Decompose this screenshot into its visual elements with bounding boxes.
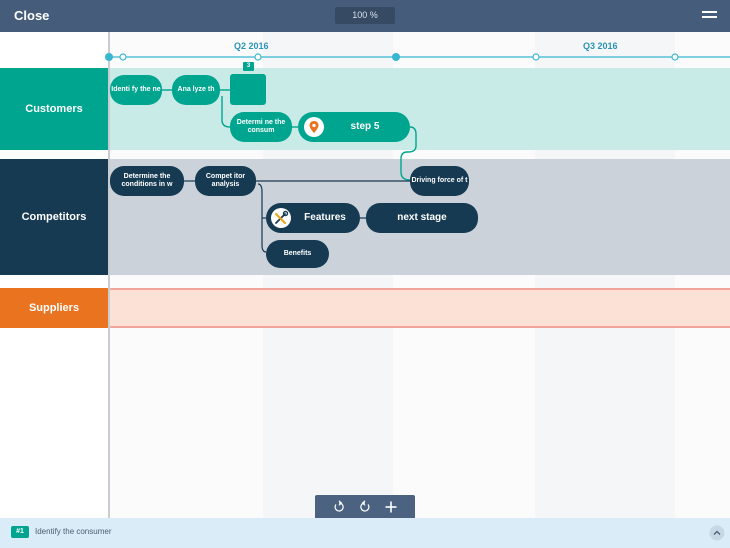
chevron-up-icon[interactable]: [709, 525, 725, 541]
task-label: step 5: [350, 121, 380, 132]
redo-icon[interactable]: [358, 500, 372, 514]
milestone-badge: 3: [243, 62, 254, 71]
tools-icon: [271, 208, 291, 228]
location-pin-icon: [304, 117, 324, 137]
task-label: Features: [304, 212, 346, 223]
task-node-determine-consumer[interactable]: Determi ne the consum: [230, 112, 292, 142]
selected-task-caption[interactable]: Identify the consumer: [35, 527, 111, 536]
connectors: [162, 89, 417, 253]
task-node-driving-force[interactable]: Driving force of t: [410, 166, 469, 196]
task-node-next-stage[interactable]: next stage: [366, 203, 478, 233]
task-node-identify[interactable]: Identi fy the ne: [110, 75, 162, 105]
task-node-competitor-analysis[interactable]: Compet itor analysis: [195, 166, 256, 196]
task-node-features[interactable]: Features: [266, 203, 360, 233]
milestone-box[interactable]: [230, 74, 266, 105]
task-node-step5[interactable]: step 5: [298, 112, 410, 142]
task-node-determine-conditions[interactable]: Determine the conditions in w: [110, 166, 184, 196]
undo-icon[interactable]: [332, 500, 346, 514]
bottom-toolbox: [315, 495, 415, 518]
selection-bar: #1 Identify the consumer: [0, 518, 730, 548]
add-icon[interactable]: [384, 500, 398, 514]
task-node-benefits[interactable]: Benefits: [266, 240, 329, 268]
task-node-analyze[interactable]: Ana lyze th: [172, 75, 220, 105]
task-number-badge: #1: [11, 526, 29, 538]
